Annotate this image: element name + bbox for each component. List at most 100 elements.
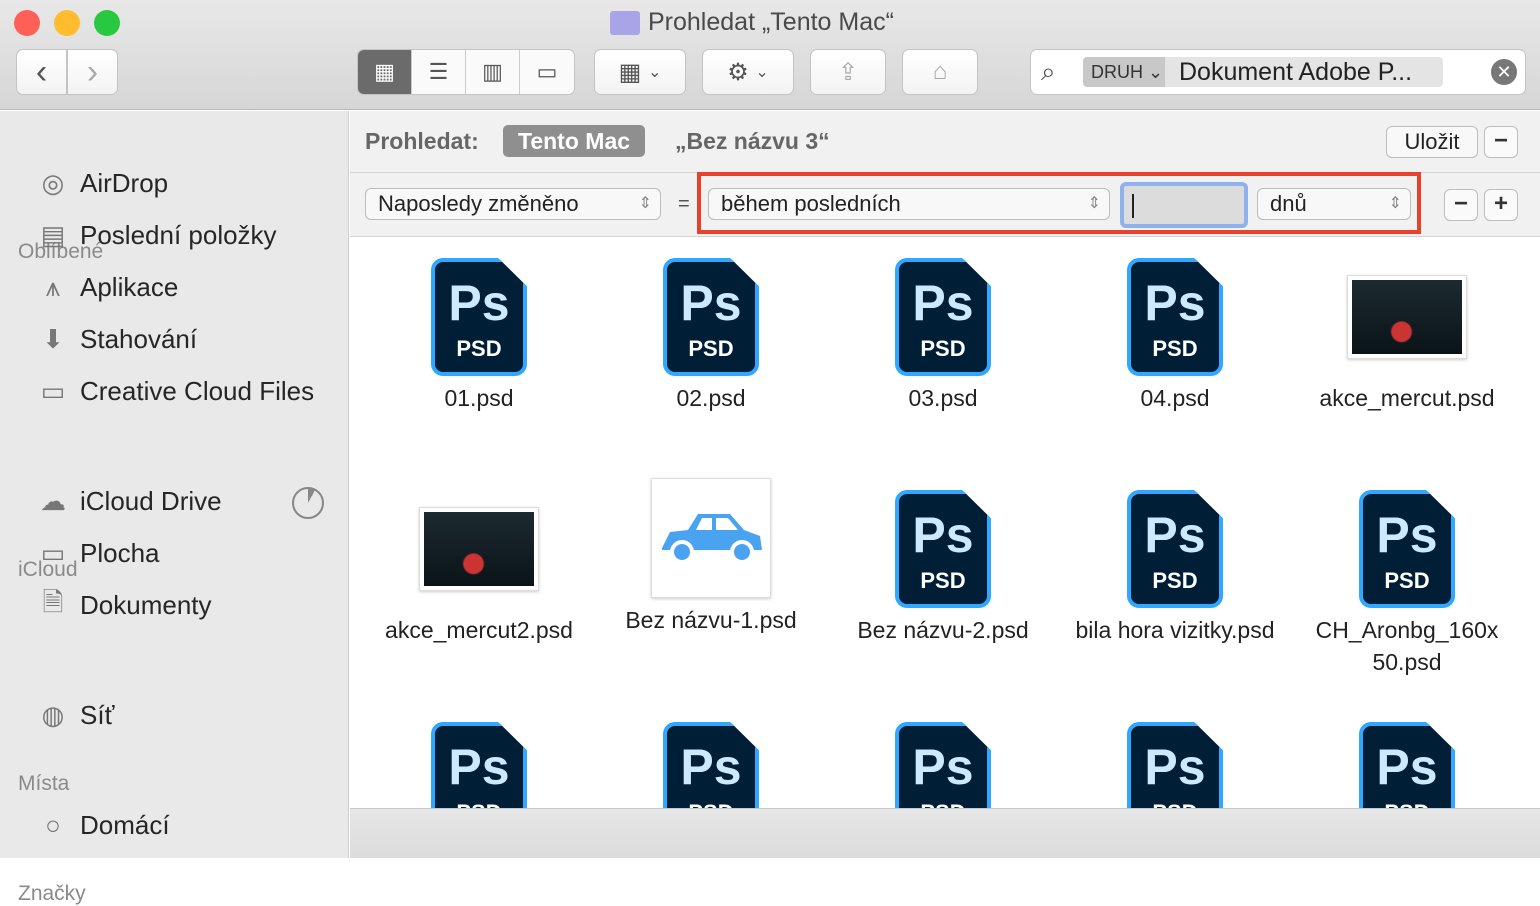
psd-file-icon: Ps PSD — [1127, 258, 1223, 376]
sidebar-item-label: Síť — [80, 700, 115, 730]
ps-glyph: Ps — [1144, 739, 1206, 795]
search-field[interactable]: ⌕ DRUH ⌄ Dokument Adobe P... ✕ — [1030, 49, 1526, 95]
sidebar-item[interactable]: ◍ Síť — [36, 700, 115, 731]
psd-file-icon: Ps PSD — [1359, 722, 1455, 808]
days-count-input[interactable] — [1120, 182, 1248, 228]
psd-glyph: PSD — [1131, 800, 1219, 808]
gallery-view-button[interactable]: ▭ — [520, 50, 574, 94]
smart-folder-icon — [610, 10, 640, 35]
sidebar-item[interactable]: ☁ iCloud Drive — [36, 486, 222, 517]
sidebar-item[interactable]: ▭ Creative Cloud Files — [36, 376, 314, 407]
applications-icon: ⩚ — [45, 271, 61, 302]
network-icon: ◍ — [41, 700, 65, 730]
minimize-button[interactable] — [54, 10, 80, 36]
save-button[interactable]: Uložit — [1386, 126, 1478, 158]
psd-glyph: PSD — [688, 336, 734, 361]
attribute-popup[interactable]: Naposledy změněno ⇕ — [365, 188, 661, 220]
file-item[interactable]: Ps PSD Bez názvu-2.psd — [827, 490, 1059, 646]
file-name: 01.psd — [444, 385, 514, 411]
sidebar-item-label: Stahování — [80, 324, 198, 354]
file-name: 03.psd — [908, 385, 978, 411]
close-button[interactable] — [14, 10, 40, 36]
psd-file-icon: Ps PSD — [1359, 490, 1455, 608]
sidebar-item[interactable]: ▭ Plocha — [36, 538, 160, 569]
tag-button[interactable]: ⌂ — [902, 49, 978, 95]
zoom-button[interactable] — [94, 10, 120, 36]
psd-glyph: PSD — [667, 800, 755, 808]
sidebar-item[interactable]: 🗎 Dokumenty — [36, 587, 212, 621]
psd-glyph: PSD — [435, 800, 523, 808]
title-bar: Prohledat „Tento Mac“ ‹ › ▦ ☰ ▥ ▭ ▦ ⌄ ⚙ … — [0, 0, 1540, 110]
file-name: Bez názvu-2.psd — [857, 617, 1029, 643]
clear-search-icon[interactable]: ✕ — [1491, 59, 1517, 85]
sidebar-item-label: AirDrop — [80, 168, 169, 198]
cloud-icon: ☁ — [40, 486, 66, 516]
airdrop-icon: ◎ — [41, 168, 65, 198]
action-button[interactable]: ⚙ ⌄ — [702, 49, 794, 95]
file-item[interactable]: akce_mercut.psd — [1291, 258, 1523, 414]
file-item[interactable]: Ps PSD 03.psd — [827, 258, 1059, 414]
file-item[interactable]: Ps PSD 02.psd — [595, 258, 827, 414]
search-value-token[interactable]: Dokument Adobe P... — [1165, 57, 1443, 87]
file-item[interactable]: Ps PSD — [1291, 722, 1523, 808]
psd-file-icon: Ps PSD — [663, 258, 759, 376]
sidebar-item[interactable]: ◎ AirDrop — [36, 168, 168, 199]
condition-popup[interactable]: během posledních ⇕ — [708, 188, 1110, 220]
back-button[interactable]: ‹ — [16, 49, 67, 95]
updown-arrows-icon: ⇕ — [1087, 195, 1101, 212]
file-name: 02.psd — [676, 385, 746, 411]
icon-view-button[interactable]: ▦ — [358, 50, 412, 94]
column-view-button[interactable]: ▥ — [466, 50, 520, 94]
updown-arrows-icon: ⇕ — [1388, 195, 1402, 212]
criteria-row: Naposledy změněno ⇕ = během posledních ⇕ d… — [350, 172, 1540, 237]
remove-search-button[interactable]: − — [1484, 126, 1518, 158]
psd-file-icon: Ps PSD — [431, 722, 527, 808]
file-item[interactable]: Ps PSD — [827, 722, 1059, 808]
share-icon: ⇪ — [837, 58, 859, 86]
ps-glyph: Ps — [680, 275, 742, 331]
sidebar: Oblíbené ◎ AirDrop ▤ Poslední položky ⩚ Aplika… — [0, 111, 349, 905]
file-item[interactable]: Ps PSD — [363, 722, 595, 808]
ps-glyph: Ps — [1376, 739, 1438, 795]
file-item[interactable]: Bez názvu-1.psd — [595, 478, 827, 636]
psd-file-icon: Ps PSD — [1127, 722, 1223, 808]
sidebar-item[interactable]: ⩚ Aplikace — [36, 271, 179, 303]
ps-glyph: Ps — [1144, 275, 1206, 331]
file-name: bila hora vizitky.psd — [1075, 617, 1275, 643]
forward-button[interactable]: › — [67, 49, 118, 95]
remove-criteria-button[interactable]: − — [1444, 189, 1478, 221]
psd-glyph: PSD — [1363, 800, 1451, 808]
file-item[interactable]: Ps PSD CH_Aronbg_160x 50.psd — [1291, 490, 1523, 678]
group-button[interactable]: ▦ ⌄ — [594, 49, 686, 95]
sidebar-section-header: Místa — [18, 772, 70, 795]
scope-folder-button[interactable]: „Bez názvu 3“ — [675, 128, 830, 155]
psd-file-icon: Ps PSD — [1127, 490, 1223, 608]
file-name: CH_Aronbg_160x 50.psd — [1315, 617, 1499, 675]
scope-this-mac-button[interactable]: Tento Mac — [503, 125, 646, 157]
psd-glyph: PSD — [456, 336, 502, 361]
unit-popup[interactable]: dnů ⇕ — [1257, 188, 1411, 220]
file-item[interactable]: Ps PSD — [1059, 722, 1291, 808]
updown-arrows-icon: ⇕ — [638, 195, 652, 212]
psd-file-icon: Ps PSD — [895, 490, 991, 608]
share-button[interactable]: ⇪ — [810, 49, 886, 95]
file-item[interactable]: akce_mercut2.psd — [363, 490, 595, 646]
list-view-button[interactable]: ☰ — [412, 50, 466, 94]
add-criteria-button[interactable]: + — [1484, 189, 1518, 221]
sidebar-item[interactable]: ⬇ Stahování — [36, 324, 197, 355]
ps-glyph: Ps — [448, 739, 510, 795]
file-item[interactable]: Ps PSD — [595, 722, 827, 808]
sidebar-item[interactable]: ○ Domácí — [36, 810, 170, 841]
sidebar-item-label: Domácí — [80, 810, 170, 840]
psd-glyph: PSD — [1152, 568, 1198, 593]
file-item[interactable]: Ps PSD bila hora vizitky.psd — [1059, 490, 1291, 646]
search-kind-token[interactable]: DRUH ⌄ — [1083, 57, 1165, 87]
file-item[interactable]: Ps PSD 04.psd — [1059, 258, 1291, 414]
sidebar-item[interactable]: ▤ Poslední položky — [36, 220, 277, 251]
ps-glyph: Ps — [912, 507, 974, 563]
sidebar-section-header: Značky — [18, 882, 86, 905]
sidebar-item-label: iCloud Drive — [80, 486, 222, 516]
file-item[interactable]: Ps PSD 01.psd — [363, 258, 595, 414]
image-thumbnail — [419, 507, 539, 591]
psd-file-icon: Ps PSD — [895, 722, 991, 808]
